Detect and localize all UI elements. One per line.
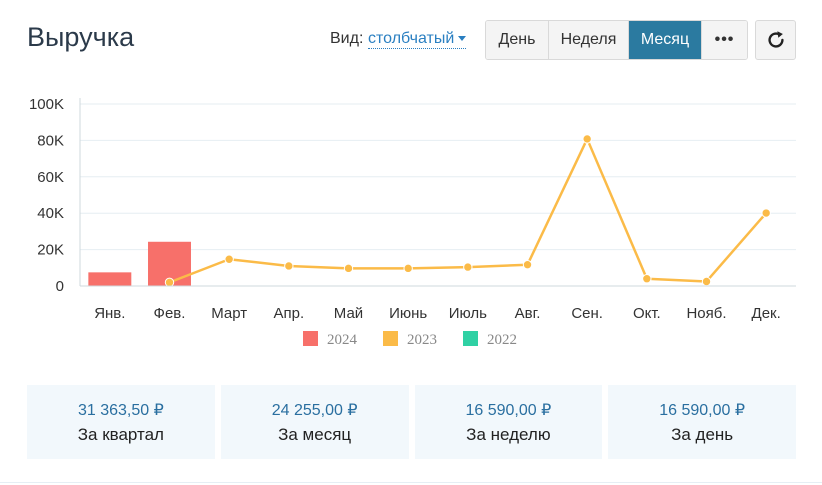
summary-value: 16 590,00 ₽ xyxy=(465,401,552,419)
legend-label-2023: 2023 xyxy=(407,332,437,348)
period-switch: День Неделя Месяц ••• xyxy=(485,20,748,60)
y-tick-label: 20K xyxy=(37,242,64,259)
x-tick-label: Фев. xyxy=(154,305,186,322)
x-tick-label: Апр. xyxy=(274,305,305,322)
legend-swatch-2024 xyxy=(303,331,318,346)
point-2023 xyxy=(164,277,175,288)
x-tick-label: Дек. xyxy=(752,305,781,322)
bar-2024 xyxy=(88,272,132,286)
x-tick-label: Сен. xyxy=(571,305,603,322)
summary-cards: 31 363,50 ₽ За квартал 24 255,00 ₽ За ме… xyxy=(27,385,796,459)
summary-value: 31 363,50 ₽ xyxy=(77,401,164,419)
period-day-button[interactable]: День xyxy=(486,21,549,59)
chevron-down-icon xyxy=(458,36,467,42)
x-tick-label: Авг. xyxy=(515,305,541,322)
point-2023 xyxy=(761,208,771,218)
refresh-icon xyxy=(767,31,784,48)
y-tick-label: 0 xyxy=(56,278,64,295)
view-type-value: столбчатый xyxy=(368,30,455,47)
x-tick-label: Май xyxy=(334,305,363,322)
legend-label-2024: 2024 xyxy=(327,332,358,348)
summary-card-day: 16 590,00 ₽ За день xyxy=(608,385,796,459)
line-2023 xyxy=(169,137,768,284)
legend-label-2022: 2022 xyxy=(487,332,517,348)
x-tick-label: Июнь xyxy=(389,305,427,322)
x-tick-label: Июль xyxy=(449,305,487,322)
point-2023 xyxy=(642,274,652,284)
period-week-button[interactable]: Неделя xyxy=(549,21,629,59)
summary-label: За день xyxy=(671,424,734,444)
x-tick-label: Окт. xyxy=(633,305,661,322)
point-2023 xyxy=(522,260,533,270)
summary-card-quarter: 31 363,50 ₽ За квартал xyxy=(27,385,215,459)
point-2023 xyxy=(343,263,354,274)
summary-card-month: 24 255,00 ₽ За месяц xyxy=(220,385,409,459)
legend-swatch-2022 xyxy=(463,331,478,346)
summary-card-week: 16 590,00 ₽ За неделю xyxy=(414,385,603,459)
period-month-button[interactable]: Месяц xyxy=(629,21,702,59)
x-tick-label: Март xyxy=(211,305,247,322)
page-title: Выручка xyxy=(27,22,135,52)
y-tick-label: 60K xyxy=(37,169,64,186)
point-2023 xyxy=(224,254,234,264)
point-2023 xyxy=(284,261,294,271)
summary-label: За месяц xyxy=(278,424,352,444)
summary-value: 24 255,00 ₽ xyxy=(271,401,358,419)
summary-label: За квартал xyxy=(77,424,164,444)
divider xyxy=(0,482,822,483)
x-tick-label: Янв. xyxy=(94,305,125,322)
y-tick-label: 80K xyxy=(37,132,64,149)
legend-swatch-2023 xyxy=(383,331,398,346)
more-icon[interactable]: ••• xyxy=(702,21,747,59)
view-type-select[interactable]: столбчатый xyxy=(368,30,467,49)
y-tick-label: 100K xyxy=(29,96,64,113)
point-2023 xyxy=(701,276,712,287)
refresh-button[interactable] xyxy=(755,20,796,60)
point-2023 xyxy=(582,134,592,144)
point-2023 xyxy=(403,263,413,274)
view-label: Вид: xyxy=(330,30,364,47)
revenue-chart: 0 20K 40K 60K 80K 100K Янв. Фев. Март Апр. Май Июнь… xyxy=(29,96,796,348)
summary-label: За неделю xyxy=(466,424,551,444)
point-2023 xyxy=(463,262,473,272)
x-tick-label: Нояб. xyxy=(686,305,726,322)
y-tick-label: 40K xyxy=(37,205,64,222)
summary-value: 16 590,00 ₽ xyxy=(659,401,746,419)
